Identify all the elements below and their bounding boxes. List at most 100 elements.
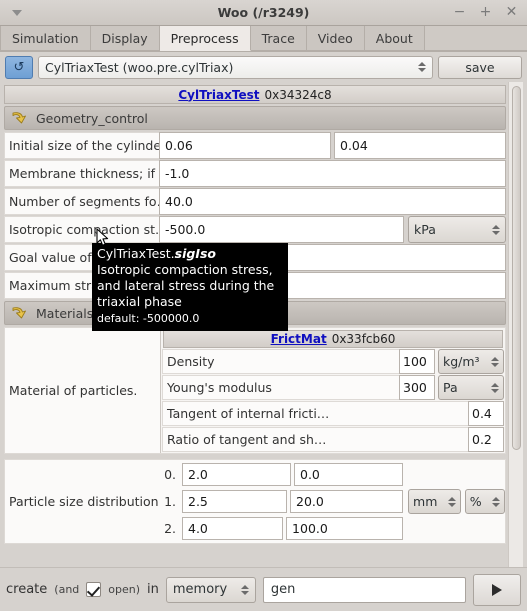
- woo-main-window: Woo (/r3249) − + ✕ Simulation Display Pr…: [0, 0, 527, 611]
- spinner-arrows-icon[interactable]: [485, 382, 499, 393]
- field-row-maximum-strain: Maximum strai… .0: [4, 272, 506, 299]
- name-input[interactable]: gen: [262, 576, 466, 603]
- psd-passing-input[interactable]: 20.0: [290, 490, 404, 513]
- material-property-input-density[interactable]: 100: [399, 349, 435, 374]
- material-property-row-density: Density 100 kg/m³: [162, 349, 504, 374]
- tab-display[interactable]: Display: [90, 26, 160, 51]
- minimize-icon[interactable]: −: [453, 5, 466, 19]
- unit-select-value: mm: [413, 494, 438, 509]
- tab-preprocess[interactable]: Preprocess: [159, 26, 251, 51]
- material-address: 0x33fcb60: [331, 332, 396, 346]
- field-label: Isotropic compaction st…: [4, 216, 159, 243]
- unit-select-isotropic-stress[interactable]: kPa: [408, 216, 506, 243]
- psd-index: 1.: [164, 494, 176, 509]
- tab-bar-filler: [424, 26, 527, 51]
- field-label: Membrane thickness; if …: [4, 160, 159, 187]
- unit-select-psd-size[interactable]: mm: [408, 489, 461, 514]
- spinner-down-icon: [492, 502, 501, 507]
- field-row-initial-size: Initial size of the cylinde… 0.06 0.04: [4, 132, 506, 159]
- psd-passing-input[interactable]: 100.0: [286, 517, 403, 540]
- field-label: Number of segments fo…: [4, 188, 159, 215]
- material-row: Material of particles. FrictMat 0x33fcb6…: [4, 327, 506, 454]
- material-property-row-ktdivkn: Ratio of tangent and sh… 0.2: [162, 427, 504, 452]
- spinner-arrows-icon[interactable]: [486, 496, 501, 507]
- psd-entry-row: 0. 2.0 0.0: [160, 462, 505, 487]
- psd-grid: 0. 2.0 0.0 1. 2.5 20.0 mm % 2. 4.0 100.0: [160, 460, 506, 543]
- field-input-height[interactable]: 0.04: [334, 132, 506, 159]
- window-controls: − + ✕: [453, 5, 527, 19]
- spinner-up-icon: [447, 496, 456, 501]
- object-header: CylTriaxTest 0x34324c8: [4, 85, 506, 104]
- material-property-input-youngs-modulus[interactable]: 300: [399, 375, 435, 400]
- tab-about[interactable]: About: [364, 26, 425, 51]
- preprocess-toolbar: ↺ CylTriaxTest (woo.pre.cylTriax) save: [0, 52, 527, 82]
- unit-select-value: kPa: [414, 222, 436, 237]
- psd-entry-row: 2. 4.0 100.0: [160, 516, 505, 541]
- material-object-header: FrictMat 0x33fcb60: [163, 330, 503, 348]
- unit-select-density[interactable]: kg/m³: [438, 349, 504, 374]
- psd-size-input[interactable]: 4.0: [182, 517, 284, 540]
- unit-select-value: %: [469, 494, 482, 509]
- psd-size-input[interactable]: 2.0: [182, 463, 291, 486]
- preprocess-form: CylTriaxTest 0x34324c8 Geometry_control …: [4, 82, 508, 567]
- reload-button[interactable]: ↺: [5, 55, 33, 79]
- material-property-input-tan-phi[interactable]: 0.4: [468, 401, 504, 426]
- object-class-link[interactable]: CylTriaxTest: [178, 88, 259, 102]
- field-input-goal-value[interactable]: [159, 244, 506, 271]
- spinner-arrows-icon[interactable]: [235, 584, 249, 595]
- group-header-materials[interactable]: Materials: [4, 301, 506, 325]
- object-address: 0x34324c8: [264, 87, 332, 102]
- field-input-isotropic-stress[interactable]: -500.0: [159, 216, 404, 243]
- material-property-label: Density: [162, 349, 399, 374]
- field-row-num-segments: Number of segments fo… 40.0: [4, 188, 506, 215]
- psd-index: 2.: [164, 521, 176, 536]
- field-row-membrane-thickness: Membrane thickness; if … -1.0: [4, 160, 506, 187]
- unit-select-value: kg/m³: [443, 354, 480, 369]
- and-label: (and: [54, 583, 80, 596]
- tab-trace[interactable]: Trace: [250, 26, 307, 51]
- field-input-num-segments[interactable]: 40.0: [159, 188, 506, 215]
- field-input-membrane-thickness[interactable]: -1.0: [159, 160, 506, 187]
- spinner-arrows-icon[interactable]: [442, 496, 456, 507]
- psd-units: mm %: [403, 489, 506, 514]
- spinner-down-icon: [491, 388, 499, 393]
- open-label: open): [108, 583, 141, 596]
- psd-passing-input[interactable]: 0.0: [294, 463, 403, 486]
- save-button[interactable]: save: [438, 55, 522, 79]
- group-header-geometry-control[interactable]: Geometry_control: [4, 106, 506, 130]
- preprocessor-select[interactable]: CylTriaxTest (woo.pre.cylTriax): [38, 55, 433, 79]
- spinner-arrows-icon[interactable]: [412, 62, 426, 72]
- open-checkbox[interactable]: [86, 582, 102, 597]
- material-property-input-ktdivkn[interactable]: 0.2: [468, 427, 504, 452]
- spinner-down-icon: [418, 68, 426, 72]
- field-input-radius[interactable]: 0.06: [159, 132, 331, 159]
- psd-size-input[interactable]: 2.5: [182, 490, 288, 513]
- main-tab-bar: Simulation Display Preprocess Trace Vide…: [0, 26, 527, 52]
- title-bar: Woo (/r3249) − + ✕: [0, 0, 527, 26]
- in-label: in: [147, 582, 159, 597]
- spinner-down-icon: [491, 362, 499, 367]
- run-button[interactable]: [473, 573, 521, 606]
- unit-select-youngs-modulus[interactable]: Pa: [438, 375, 504, 400]
- field-row-goal-value: Goal value of a…: [4, 244, 506, 271]
- tab-video[interactable]: Video: [306, 26, 365, 51]
- field-row-isotropic-stress: Isotropic compaction st… -500.0 kPa: [4, 216, 506, 243]
- vertical-scrollbar[interactable]: [508, 82, 523, 567]
- close-icon[interactable]: ✕: [505, 5, 518, 19]
- spinner-arrows-icon[interactable]: [485, 356, 499, 367]
- tab-simulation[interactable]: Simulation: [0, 26, 91, 51]
- scrollbar-thumb[interactable]: [512, 86, 521, 450]
- maximize-icon[interactable]: +: [479, 5, 492, 19]
- material-class-link[interactable]: FrictMat: [271, 332, 327, 346]
- field-input-maximum-strain[interactable]: .0: [159, 272, 506, 299]
- window-menu-button[interactable]: [0, 0, 34, 26]
- field-label: Maximum strai…: [4, 272, 159, 299]
- target-select[interactable]: memory: [165, 576, 256, 603]
- material-property-label: Tangent of internal fricti…: [162, 401, 468, 426]
- create-label: create: [6, 582, 48, 597]
- unit-select-psd-passing[interactable]: %: [464, 489, 506, 514]
- spinner-arrows-icon[interactable]: [486, 224, 500, 235]
- group-header-label: Materials: [36, 305, 94, 321]
- group-header-label: Geometry_control: [36, 110, 148, 126]
- collapse-arrow-icon: [9, 109, 29, 127]
